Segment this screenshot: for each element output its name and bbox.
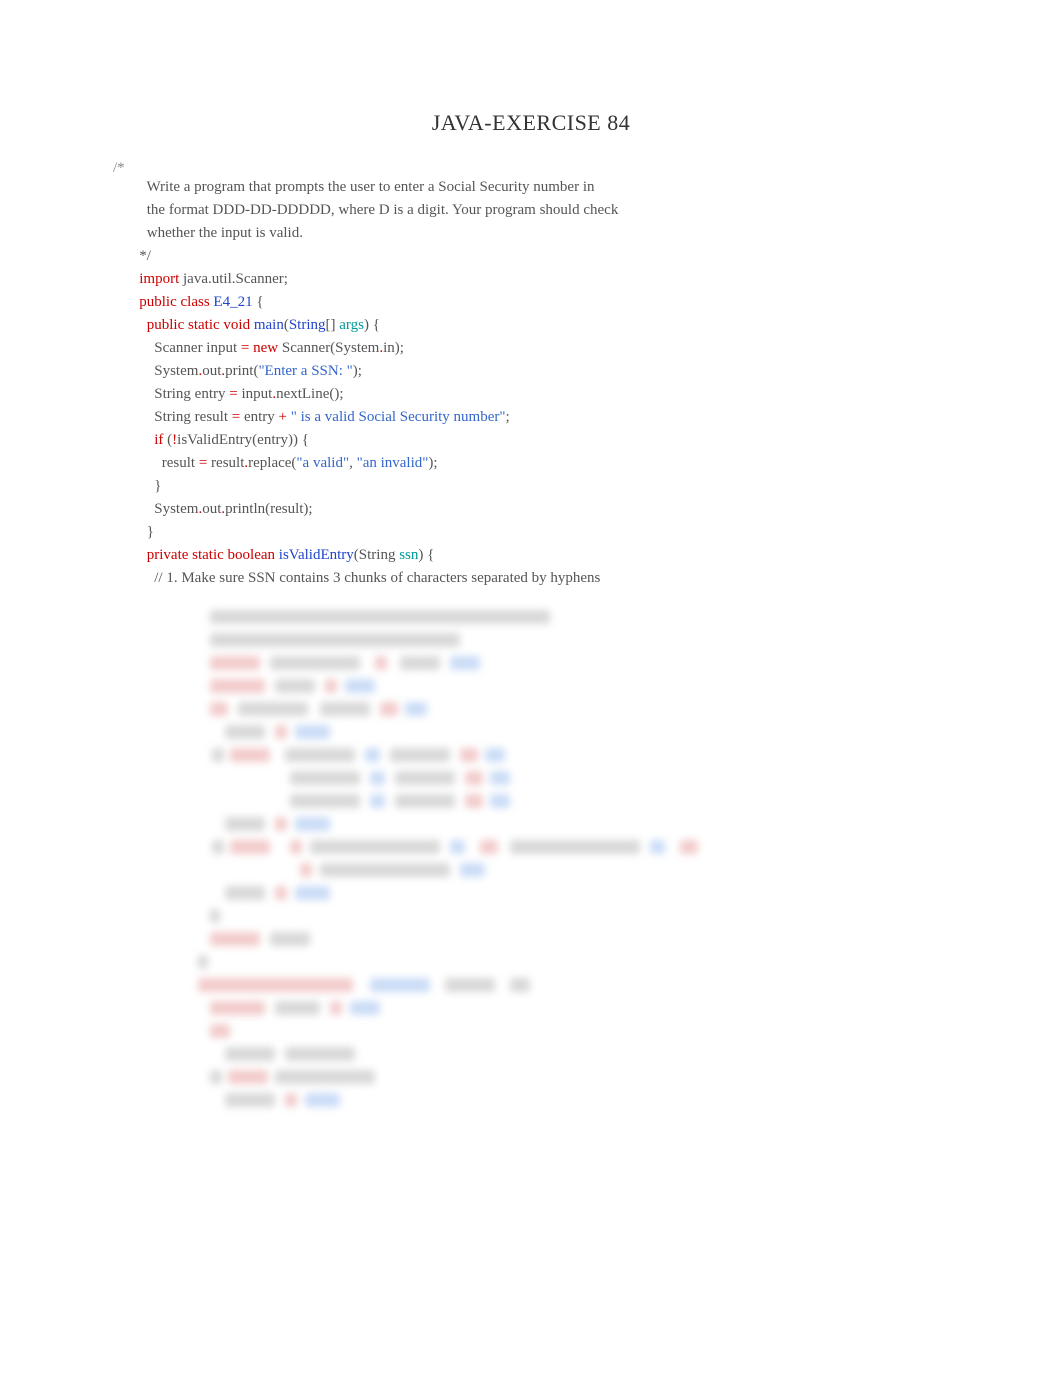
- text: the format DDD-DD-DDDDD, where D is a di…: [147, 202, 619, 218]
- operator: =: [229, 386, 237, 402]
- code-line: */: [113, 245, 949, 268]
- class-name: E4_21: [213, 294, 252, 310]
- code-line: }: [113, 475, 949, 498]
- text: }: [147, 524, 154, 540]
- text: ;: [505, 409, 509, 425]
- code-line: public static void main(String[] args) {: [113, 314, 949, 337]
- text: []: [326, 317, 340, 333]
- method-name: main: [254, 317, 284, 333]
- code-block: Write a program that prompts the user to…: [113, 176, 949, 590]
- operator: =: [232, 409, 240, 425]
- code-line: }: [113, 521, 949, 544]
- text: println(result);: [225, 501, 312, 517]
- method-name: isValidEntry: [279, 547, 354, 563]
- text: String result: [154, 409, 232, 425]
- keyword: private static boolean: [147, 547, 279, 563]
- text: Scanner(System: [282, 340, 379, 356]
- code-line: public class E4_21 {: [113, 291, 949, 314]
- text: ) {: [364, 317, 380, 333]
- string-literal: "an invalid": [357, 455, 429, 471]
- code-line: if (!isValidEntry(entry)) {: [113, 429, 949, 452]
- text: {: [253, 294, 264, 310]
- text: nextLine();: [276, 386, 343, 402]
- text: result: [207, 455, 244, 471]
- comment: // 1. Make sure SSN contains 3 chunks of…: [154, 570, 600, 586]
- document-page: JAVA-EXERCISE 84 /* Write a program that…: [0, 0, 1062, 590]
- param: args: [339, 317, 364, 333]
- string-literal: " is a valid Social Security number": [287, 409, 505, 425]
- text: input: [238, 386, 273, 402]
- text: java.util.Scanner;: [179, 271, 288, 287]
- text: (String: [354, 547, 399, 563]
- operator: +: [279, 409, 287, 425]
- comment-start: /*: [113, 160, 125, 177]
- code-line: String entry = input.nextLine();: [113, 383, 949, 406]
- code-line: String result = entry + " is a valid Soc…: [113, 406, 949, 429]
- code-line: private static boolean isValidEntry(Stri…: [113, 544, 949, 567]
- text: ,: [349, 455, 357, 471]
- text: print(: [225, 363, 258, 379]
- text: Write a program that prompts the user to…: [146, 179, 594, 195]
- text: }: [154, 478, 161, 494]
- keyword: if: [154, 432, 163, 448]
- text: out: [202, 501, 221, 517]
- text: isValidEntry(entry)) {: [177, 432, 309, 448]
- code-line: System.out.println(result);: [113, 498, 949, 521]
- text: in);: [383, 340, 404, 356]
- code-line: // 1. Make sure SSN contains 3 chunks of…: [113, 567, 949, 590]
- type: String: [289, 317, 326, 333]
- code-line: import java.util.Scanner;: [113, 268, 949, 291]
- text: System: [154, 363, 198, 379]
- keyword: new: [249, 340, 282, 356]
- text: replace(: [248, 455, 296, 471]
- text: entry: [240, 409, 278, 425]
- code-line: whether the input is valid.: [113, 222, 949, 245]
- string-literal: "Enter a SSN: ": [258, 363, 352, 379]
- text: out: [202, 363, 221, 379]
- keyword: public static void: [147, 317, 254, 333]
- text: ) {: [418, 547, 434, 563]
- code-line: result = result.replace("a valid", "an i…: [113, 452, 949, 475]
- keyword: public class: [139, 294, 213, 310]
- text: System: [154, 501, 198, 517]
- text: whether the input is valid.: [147, 225, 303, 241]
- text: );: [353, 363, 362, 379]
- code-line: Write a program that prompts the user to…: [113, 176, 949, 199]
- text: Scanner input: [154, 340, 241, 356]
- string-literal: "a valid": [296, 455, 349, 471]
- text: String entry: [154, 386, 229, 402]
- code-line: Scanner input = new Scanner(System.in);: [113, 337, 949, 360]
- param: ssn: [399, 547, 418, 563]
- page-title: JAVA-EXERCISE 84: [113, 110, 949, 136]
- obscured-content: [150, 600, 770, 1160]
- keyword: import: [139, 271, 179, 287]
- text: );: [428, 455, 437, 471]
- text: */: [139, 248, 151, 264]
- code-line: System.out.print("Enter a SSN: ");: [113, 360, 949, 383]
- code-line: the format DDD-DD-DDDDD, where D is a di…: [113, 199, 949, 222]
- text: result: [162, 455, 199, 471]
